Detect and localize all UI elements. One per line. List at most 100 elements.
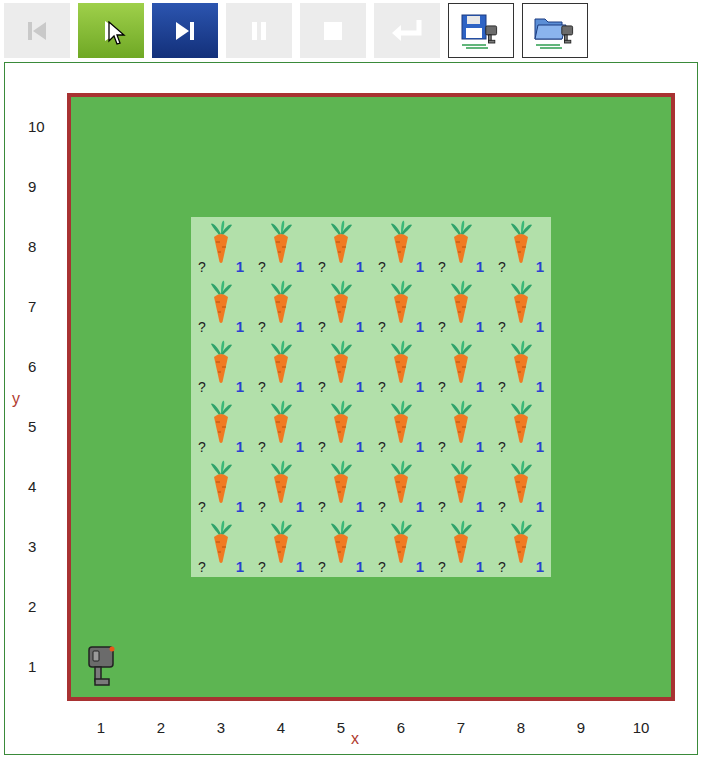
open-icon bbox=[532, 11, 578, 51]
cell-mark: ? bbox=[378, 319, 386, 335]
carrot-count: 1 bbox=[476, 379, 484, 395]
carrot-count: 1 bbox=[356, 559, 364, 575]
carrot-cell: ?1 bbox=[431, 517, 491, 577]
pause-icon bbox=[244, 16, 274, 46]
carrot-cell: ?1 bbox=[491, 277, 551, 337]
y-tick: 6 bbox=[27, 337, 67, 397]
cell-mark: ? bbox=[438, 319, 446, 335]
carrot-cell: ?1 bbox=[431, 277, 491, 337]
carrot-count: 1 bbox=[476, 259, 484, 275]
x-tick-cell: 5x bbox=[311, 701, 371, 751]
y-tick: 8 bbox=[27, 217, 67, 277]
save-button[interactable] bbox=[448, 3, 514, 58]
carrot-cell: ?1 bbox=[431, 217, 491, 277]
carrot-cell: ?1 bbox=[311, 277, 371, 337]
first-button[interactable] bbox=[4, 3, 70, 58]
carrot-cell: ?1 bbox=[371, 337, 431, 397]
carrot-cell: ?1 bbox=[251, 217, 311, 277]
carrot-count: 1 bbox=[356, 439, 364, 455]
carrot-icon bbox=[387, 400, 415, 444]
carrot-cell: ?1 bbox=[191, 217, 251, 277]
return-button[interactable] bbox=[374, 3, 440, 58]
cell-mark: ? bbox=[318, 559, 326, 575]
x-tick: 5 bbox=[337, 717, 345, 751]
carrot-count: 1 bbox=[236, 439, 244, 455]
cell-mark: ? bbox=[378, 499, 386, 515]
carrot-icon bbox=[387, 280, 415, 324]
carrot-cell: ?1 bbox=[431, 457, 491, 517]
carrot-cell: ?1 bbox=[311, 517, 371, 577]
step-icon bbox=[170, 16, 200, 46]
carrot-cell: ?1 bbox=[371, 517, 431, 577]
carrot-icon bbox=[507, 400, 535, 444]
y-tick: 4 bbox=[27, 457, 67, 517]
cell-mark: ? bbox=[498, 499, 506, 515]
carrot-count: 1 bbox=[296, 499, 304, 515]
carrot-cell: ?1 bbox=[431, 337, 491, 397]
carrot-icon bbox=[267, 340, 295, 384]
carrot-cell: ?1 bbox=[491, 397, 551, 457]
save-icon bbox=[458, 11, 504, 51]
x-tick: 3 bbox=[217, 717, 225, 751]
cell-mark: ? bbox=[258, 439, 266, 455]
first-icon bbox=[22, 16, 52, 46]
carrot-icon bbox=[267, 520, 295, 564]
carrot-count: 1 bbox=[356, 379, 364, 395]
carrot-icon bbox=[267, 280, 295, 324]
cell-mark: ? bbox=[318, 379, 326, 395]
x-tick-cell: 10 bbox=[611, 701, 671, 751]
carrot-icon bbox=[327, 400, 355, 444]
world-panel: y 10987654321 ?1?1?1?1?1?1?1?1?1?1?1?1?1… bbox=[4, 62, 698, 755]
carrot-cell: ?1 bbox=[491, 517, 551, 577]
carrot-icon bbox=[327, 340, 355, 384]
carrot-icon bbox=[507, 280, 535, 324]
x-tick: 8 bbox=[517, 717, 525, 751]
carrot-count: 1 bbox=[476, 319, 484, 335]
x-tick-cell: 1 bbox=[71, 701, 131, 751]
carrot-icon bbox=[207, 280, 235, 324]
y-axis-label: y bbox=[12, 391, 20, 407]
carrot-cell: ?1 bbox=[191, 277, 251, 337]
carrot-count: 1 bbox=[296, 439, 304, 455]
robot bbox=[71, 637, 131, 697]
carrot-count: 1 bbox=[416, 259, 424, 275]
carrot-cell: ?1 bbox=[371, 397, 431, 457]
carrot-icon bbox=[207, 460, 235, 504]
step-button[interactable] bbox=[152, 3, 218, 58]
cell-mark: ? bbox=[378, 379, 386, 395]
y-tick: 10 bbox=[27, 97, 67, 157]
cell-mark: ? bbox=[498, 379, 506, 395]
carrot-icon bbox=[507, 340, 535, 384]
carrot-count: 1 bbox=[416, 379, 424, 395]
carrot-icon bbox=[327, 280, 355, 324]
carrot-count: 1 bbox=[536, 379, 544, 395]
x-tick: 9 bbox=[577, 717, 585, 751]
cell-mark: ? bbox=[438, 499, 446, 515]
pause-button[interactable] bbox=[226, 3, 292, 58]
carrot-cell: ?1 bbox=[191, 397, 251, 457]
x-tick-cell: 4 bbox=[251, 701, 311, 751]
carrot-cell: ?1 bbox=[191, 337, 251, 397]
carrot-icon bbox=[447, 400, 475, 444]
y-tick: 2 bbox=[27, 577, 67, 637]
open-button[interactable] bbox=[522, 3, 588, 58]
cell-mark: ? bbox=[498, 319, 506, 335]
carrot-icon bbox=[267, 460, 295, 504]
cell-mark: ? bbox=[438, 439, 446, 455]
carrot-cell: ?1 bbox=[311, 397, 371, 457]
carrot-cell: ?1 bbox=[371, 277, 431, 337]
x-tick-cell: 7 bbox=[431, 701, 491, 751]
carrot-cell: ?1 bbox=[431, 397, 491, 457]
cell-mark: ? bbox=[318, 319, 326, 335]
x-tick-cell: 2 bbox=[131, 701, 191, 751]
cell-mark: ? bbox=[378, 439, 386, 455]
cell-mark: ? bbox=[378, 259, 386, 275]
return-icon bbox=[389, 16, 425, 46]
cell-mark: ? bbox=[258, 259, 266, 275]
carrot-cell: ?1 bbox=[191, 517, 251, 577]
carrot-count: 1 bbox=[236, 319, 244, 335]
y-tick: 7 bbox=[27, 277, 67, 337]
stop-button[interactable] bbox=[300, 3, 366, 58]
toolbar bbox=[0, 0, 710, 62]
play-button[interactable] bbox=[78, 3, 144, 58]
